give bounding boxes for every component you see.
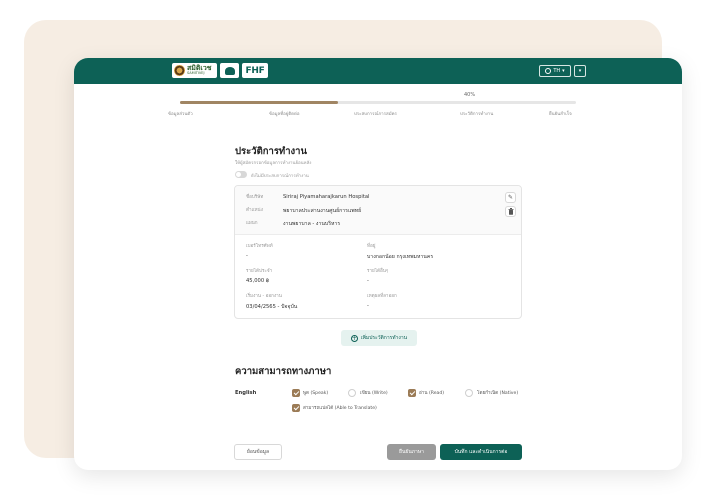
write-checkbox[interactable] xyxy=(348,389,356,397)
language-name: English xyxy=(235,390,257,396)
address-label: ที่อยู่ xyxy=(367,244,376,249)
globe-icon xyxy=(545,68,552,74)
department-label: แผนก xyxy=(246,221,258,226)
snh-logo[interactable] xyxy=(220,63,239,78)
confirm-language-button[interactable]: ยืนยันภาษา xyxy=(387,444,436,460)
samitivej-logo[interactable]: สมิติเวช SAMITIVEJ xyxy=(172,63,217,78)
address-value: บางกอกน้อย กรุงเทพมหานคร xyxy=(367,254,434,260)
step-application-experience: ประสบการณ์การสมัคร xyxy=(354,112,397,117)
trash-icon xyxy=(508,208,513,215)
top-bar: สมิติเวช SAMITIVEJ FHF TH ▾ ▾ xyxy=(74,58,682,84)
tree-icon xyxy=(224,66,235,75)
company-label: ชื่อบริษัท xyxy=(246,195,264,200)
read-checkbox[interactable] xyxy=(408,389,416,397)
save-and-continue-button[interactable]: บันทึก และดำเนินการต่อ xyxy=(440,444,522,460)
company-value: Siriraj Piyamaharajkarun Hospital xyxy=(283,194,370,200)
back-button[interactable]: ย้อนข้อมูล xyxy=(234,444,282,460)
speak-checkbox[interactable] xyxy=(292,389,300,397)
translate-checkbox[interactable] xyxy=(292,404,300,412)
progress-bar-fill xyxy=(180,101,339,104)
write-label: เขียน (Write) xyxy=(360,391,388,396)
read-label: อ่าน (Read) xyxy=(419,391,445,396)
phone-value: - xyxy=(246,253,248,259)
menu-dropdown-button[interactable]: ▾ xyxy=(574,65,586,77)
step-work-history: ประวัติการทำงาน xyxy=(460,112,494,117)
progress-bar xyxy=(180,101,576,104)
edit-work-button[interactable]: ✎ xyxy=(505,192,516,203)
chevron-down-icon: ▾ xyxy=(562,68,565,74)
phone-label: เบอร์โทรศัพท์ xyxy=(246,244,273,249)
period-label: เริ่มงาน - ออกงาน xyxy=(246,294,282,299)
language-skills-title: ความสามารถทางภาษา xyxy=(235,366,332,377)
work-history-card-header: ชื่อบริษัท Siriraj Piyamaharajkarun Hosp… xyxy=(235,186,521,235)
reason-label: เหตุผลที่ลาออก xyxy=(367,294,397,299)
step-personal-info: ข้อมูลส่วนตัว xyxy=(168,112,193,117)
translate-label: สามารถแปลได้ (Able to Translate) xyxy=(303,406,377,411)
progress-percent: 40% xyxy=(464,92,476,98)
app-window: สมิติเวช SAMITIVEJ FHF TH ▾ ▾ 40% ข้อมูล… xyxy=(74,58,682,470)
work-history-title: ประวัติการทำงาน xyxy=(235,146,307,157)
progress-steps: ข้อมูลส่วนตัว ข้อมูลที่อยู่ติดต่อ ประสบก… xyxy=(168,110,588,118)
position-value: พยาบาลประสานงานศูนย์การแพทย์ xyxy=(283,208,362,214)
native-label: โดยกำเนิด (Native) xyxy=(477,391,519,396)
language-selector[interactable]: TH ▾ xyxy=(539,65,571,77)
language-code: TH xyxy=(553,68,561,74)
no-experience-label: ยังไม่มีประสบการณ์การทำงาน xyxy=(251,174,309,179)
add-work-history-label: เพิ่มประวัติการทำงาน xyxy=(360,335,408,341)
salary-value: 45,000 ฿ xyxy=(246,278,270,284)
work-history-card: ชื่อบริษัท Siriraj Piyamaharajkarun Hosp… xyxy=(234,185,522,319)
native-checkbox[interactable] xyxy=(465,389,473,397)
delete-work-button[interactable] xyxy=(505,206,516,217)
other-income-value: - xyxy=(367,278,369,284)
chevron-down-icon: ▾ xyxy=(578,68,582,74)
add-work-history-button[interactable]: + เพิ่มประวัติการทำงาน xyxy=(341,330,417,346)
department-value: งานพยาบาล - งานบริหาร xyxy=(283,221,341,227)
speak-label: พูด (Speak) xyxy=(303,391,329,396)
plus-circle-icon: + xyxy=(350,334,358,342)
step-confirm: ยืนยันสำเร็จ xyxy=(549,112,572,117)
work-history-subtitle: ให้ผู้สมัครกรอกข้อมูลการทำงานย้อนหลัง xyxy=(235,161,312,166)
other-income-label: รายได้อื่นๆ xyxy=(367,269,389,274)
pencil-icon: ✎ xyxy=(507,194,514,201)
period-value: 03/04/2565 - ปัจจุบัน xyxy=(246,304,298,310)
samitivej-logo-subtext: SAMITIVEJ xyxy=(187,71,205,76)
step-contact-address: ข้อมูลที่อยู่ติดต่อ xyxy=(269,112,300,117)
fhf-logo[interactable]: FHF xyxy=(242,63,268,78)
samitivej-emblem-icon xyxy=(174,65,185,76)
reason-value: - xyxy=(367,303,369,309)
position-label: ตำแหน่ง xyxy=(246,208,263,213)
no-experience-toggle[interactable] xyxy=(235,171,247,178)
salary-label: รายได้ประจำ xyxy=(246,269,273,274)
